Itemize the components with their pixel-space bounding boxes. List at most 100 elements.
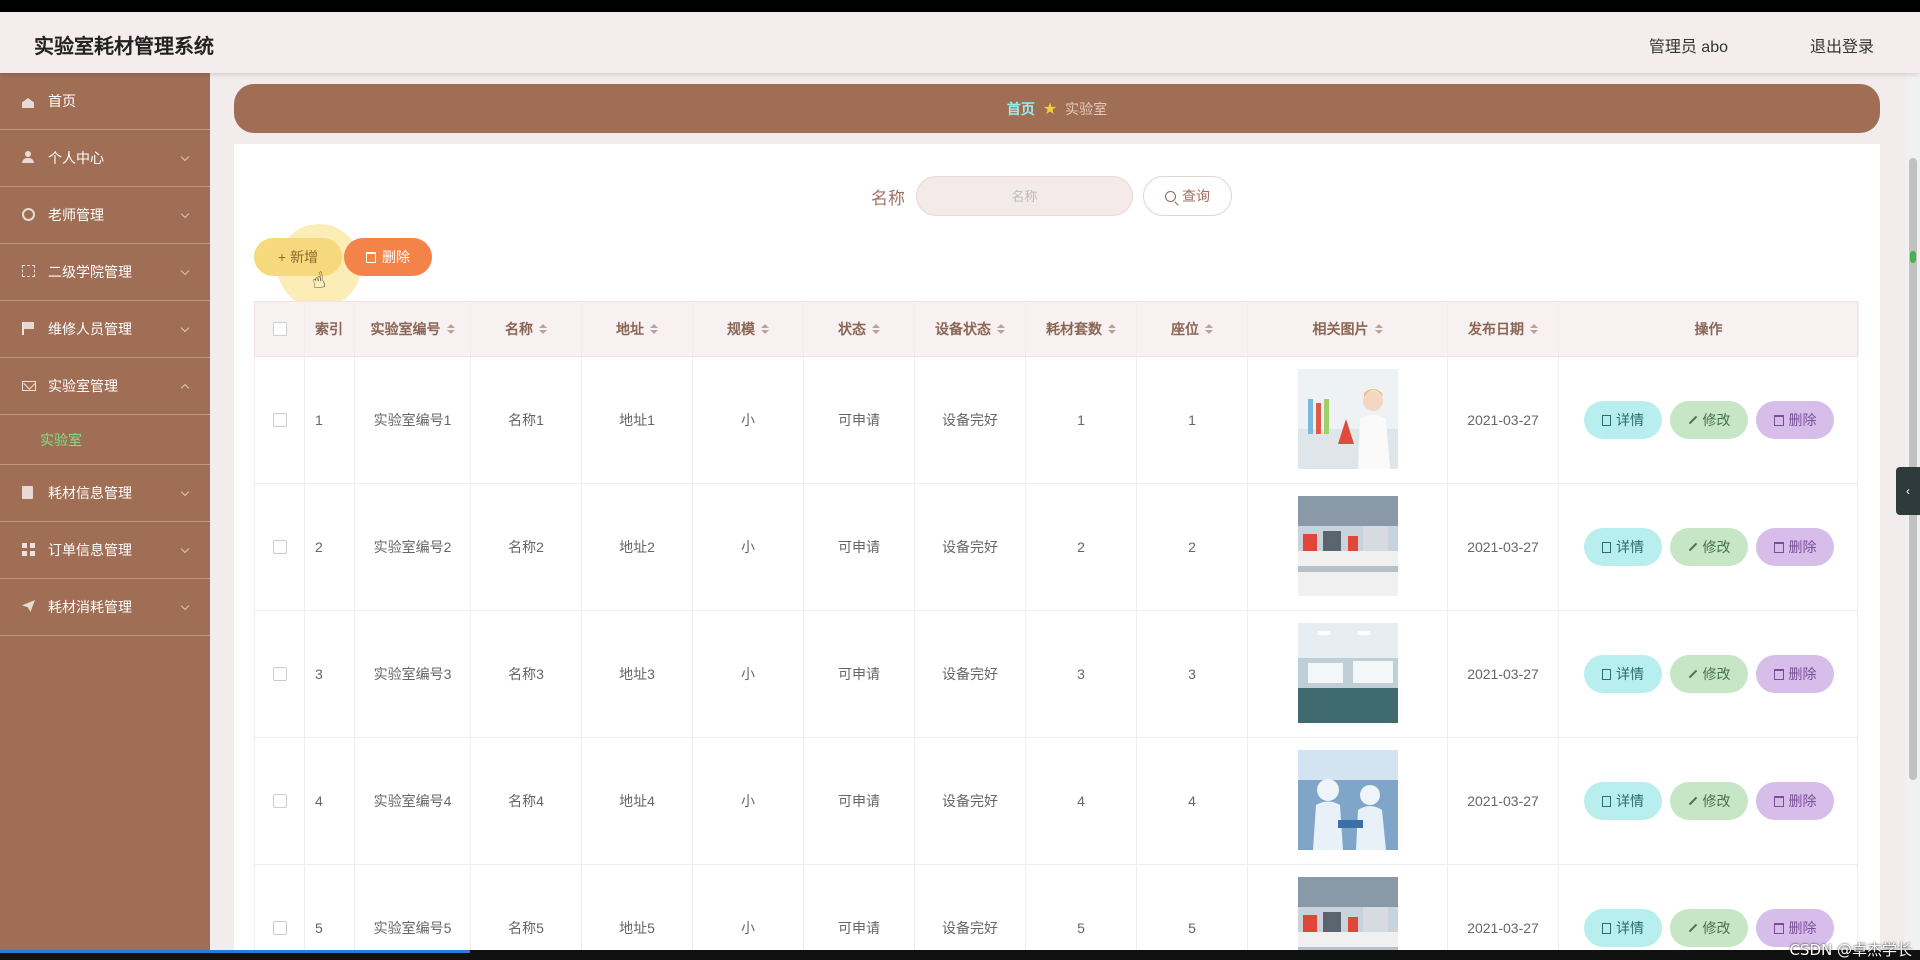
column-header-label: 索引: [315, 321, 343, 337]
sidebar-item-repair-staff[interactable]: 维修人员管理: [0, 301, 210, 358]
detail-button[interactable]: 详情: [1584, 655, 1662, 693]
lab-bench-photo[interactable]: [1297, 495, 1398, 599]
sort-arrows-icon[interactable]: [650, 324, 658, 334]
trash-icon: [1773, 795, 1784, 807]
delete-button-label: 删除: [1788, 666, 1817, 682]
sort-arrows-icon[interactable]: [761, 324, 769, 334]
row-checkbox[interactable]: [272, 667, 287, 681]
logout-link[interactable]: 退出登录: [1810, 33, 1874, 57]
pencil-icon: [1688, 796, 1697, 806]
sort-arrows-icon[interactable]: [539, 324, 547, 334]
sort-arrows-icon[interactable]: [997, 324, 1005, 334]
delete-button[interactable]: 删除: [1756, 528, 1834, 566]
column-header[interactable]: 发布日期: [1448, 302, 1559, 356]
edit-button[interactable]: 修改: [1670, 528, 1748, 566]
lab-bench-photo[interactable]: [1297, 876, 1398, 950]
table-cell-index: 2: [305, 484, 355, 610]
search-label: 名称: [871, 189, 905, 208]
row-checkbox[interactable]: [272, 794, 287, 808]
table-cell-image: [1248, 611, 1448, 737]
sidebar-item-home[interactable]: 首页: [0, 73, 210, 130]
table-cell-actions: 详情 修改 删除: [1559, 865, 1859, 950]
row-checkbox[interactable]: [272, 413, 287, 427]
row-checkbox[interactable]: [272, 921, 287, 935]
query-button[interactable]: 查询: [1143, 176, 1232, 216]
sort-arrows-icon[interactable]: [872, 324, 880, 334]
table-cell-scale: 小: [693, 738, 804, 864]
clipboard-icon: [22, 486, 33, 499]
row-actions: 详情 修改 删除: [1584, 782, 1834, 820]
sort-arrows-icon[interactable]: [446, 324, 455, 334]
cleanroom-photo[interactable]: [1297, 749, 1398, 853]
table-cell-name: 名称5: [471, 865, 582, 950]
column-header[interactable]: 相关图片: [1248, 302, 1448, 356]
table-cell-name: 名称1: [471, 357, 582, 483]
add-button[interactable]: + 新增: [254, 238, 342, 276]
flag-icon: [22, 322, 34, 335]
detail-button[interactable]: 详情: [1584, 401, 1662, 439]
column-header[interactable]: 耗材套数: [1026, 302, 1137, 356]
sidebar-item-personal-center[interactable]: 个人中心: [0, 130, 210, 187]
table-cell-equip: 设备完好: [915, 611, 1026, 737]
sort-arrows-icon[interactable]: [1374, 324, 1383, 334]
side-panel-toggle[interactable]: ‹: [1896, 467, 1920, 515]
column-header[interactable]: 地址: [582, 302, 693, 356]
batch-delete-button[interactable]: 删除: [344, 238, 432, 276]
edit-button[interactable]: 修改: [1670, 401, 1748, 439]
pencil-icon: [1688, 923, 1697, 933]
lab-room-photo[interactable]: [1297, 622, 1398, 726]
app-title: 实验室耗材管理系统: [34, 34, 214, 58]
row-checkbox[interactable]: [272, 540, 287, 554]
column-header[interactable]: 实验室编号: [355, 302, 471, 356]
table-cell-equip: 设备完好: [915, 865, 1026, 950]
edit-button[interactable]: 修改: [1670, 909, 1748, 947]
detail-button[interactable]: 详情: [1584, 909, 1662, 947]
scientist-photo[interactable]: [1297, 368, 1398, 472]
row-select-cell: [255, 865, 305, 950]
query-button-label: 查询: [1182, 188, 1210, 204]
delete-button[interactable]: 删除: [1756, 782, 1834, 820]
row-select-cell: [255, 357, 305, 483]
sort-arrows-icon[interactable]: [1108, 324, 1116, 334]
table-cell-actions: 详情 修改 删除: [1559, 738, 1859, 864]
sidebar-item-teachers[interactable]: 老师管理: [0, 187, 210, 244]
chevron-down-icon: [180, 487, 190, 497]
edit-button-label: 修改: [1702, 920, 1731, 936]
table-cell-actions: 详情 修改 删除: [1559, 611, 1859, 737]
breadcrumb-home-link[interactable]: 首页: [1007, 99, 1035, 119]
table-cell-code: 实验室编号2: [355, 484, 471, 610]
sort-arrows-icon[interactable]: [1205, 324, 1213, 334]
table-cell-code: 实验室编号4: [355, 738, 471, 864]
delete-button[interactable]: 删除: [1756, 655, 1834, 693]
column-header[interactable]: 名称: [471, 302, 582, 356]
sidebar-item-consumption[interactable]: 耗材消耗管理: [0, 579, 210, 636]
sidebar-item-label: 耗材信息管理: [48, 485, 132, 501]
detail-button[interactable]: 详情: [1584, 528, 1662, 566]
edit-button[interactable]: 修改: [1670, 655, 1748, 693]
sidebar-item-colleges[interactable]: 二级学院管理: [0, 244, 210, 301]
table-cell-index: 1: [305, 357, 355, 483]
document-icon: [1602, 922, 1611, 934]
sidebar-item-orders[interactable]: 订单信息管理: [0, 522, 210, 579]
sidebar-item-lab-management[interactable]: 实验室管理: [0, 358, 210, 415]
delete-button[interactable]: 删除: [1756, 401, 1834, 439]
column-header[interactable]: 设备状态: [915, 302, 1026, 356]
sidebar-item-consumables[interactable]: 耗材信息管理: [0, 465, 210, 522]
edit-button[interactable]: 修改: [1670, 782, 1748, 820]
sort-arrows-icon[interactable]: [1530, 324, 1538, 334]
column-header[interactable]: 状态: [804, 302, 915, 356]
row-select-cell: [255, 738, 305, 864]
table-body: 1 实验室编号1 名称1 地址1 小可申请 设备完好 1 1 2021-03-27 详情 修改 删除 2…: [254, 357, 1858, 950]
detail-button[interactable]: 详情: [1584, 782, 1662, 820]
mail-icon: [22, 381, 36, 391]
column-header[interactable]: 索引: [305, 302, 355, 356]
select-all-checkbox[interactable]: [272, 322, 287, 336]
delete-button-label: 删除: [1788, 539, 1817, 555]
column-header[interactable]: 座位: [1137, 302, 1248, 356]
search-input[interactable]: [916, 176, 1133, 216]
taskbar-progress: [0, 950, 470, 953]
sidebar-subitem-lab[interactable]: 实验室: [0, 415, 210, 465]
detail-button-label: 详情: [1616, 666, 1644, 682]
column-header[interactable]: 规模: [693, 302, 804, 356]
table-cell-name: 名称2: [471, 484, 582, 610]
